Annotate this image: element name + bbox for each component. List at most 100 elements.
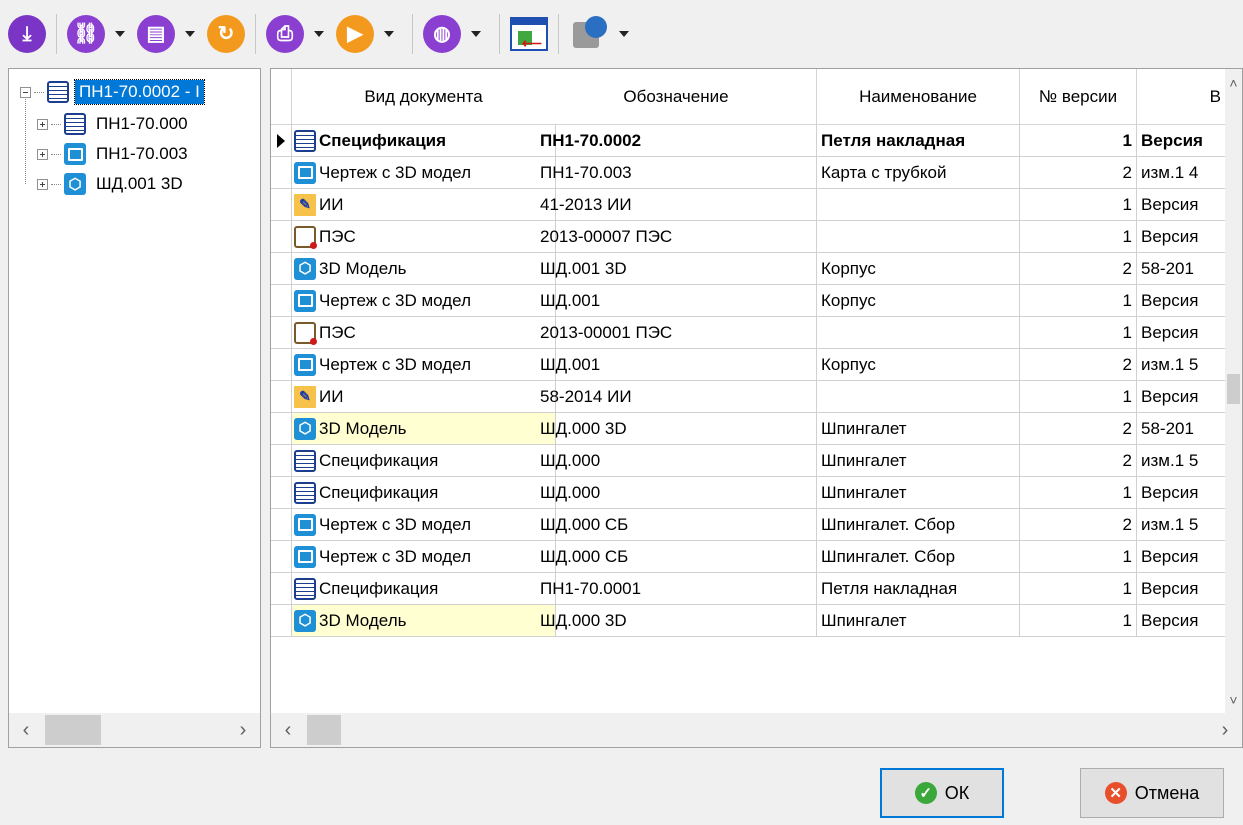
cell-name[interactable]: Корпус [817, 349, 1020, 381]
cell-type[interactable]: Чертеж с 3D модел [292, 349, 556, 381]
document-toolbar-button[interactable]: ▤ [135, 10, 205, 58]
row-indicator[interactable] [271, 445, 292, 477]
expand-icon[interactable] [37, 118, 48, 130]
cell-name[interactable]: Корпус [817, 285, 1020, 317]
row-indicator[interactable] [271, 189, 292, 221]
row-indicator[interactable] [271, 381, 292, 413]
row-indicator[interactable] [271, 221, 292, 253]
scroll-left-icon[interactable]: ‹ [271, 713, 305, 747]
tree-node-root[interactable]: ПН1-70.0002 - I [20, 77, 205, 107]
cell-type[interactable]: ⬡ 3D Модель [292, 605, 556, 637]
expand-icon[interactable] [37, 148, 48, 160]
import-toolbar-button[interactable]: ⟵ [508, 10, 550, 58]
cell-name[interactable] [817, 221, 1020, 253]
cancel-button[interactable]: ✕ Отмена [1080, 768, 1224, 818]
table-row[interactable]: ⬡ 3D Модель ШД.001 3D Корпус 2 58-201 [271, 253, 1226, 285]
cell-name[interactable]: Петля накладная [817, 573, 1020, 605]
cell-type[interactable]: Спецификация [292, 125, 556, 157]
tree-node-label[interactable]: ПН1-70.0002 - I [74, 79, 205, 105]
cell-designation[interactable]: ПН1-70.003 [536, 157, 817, 189]
current-row-indicator[interactable] [271, 125, 292, 157]
cell-designation[interactable]: 2013-00007 ПЭС [536, 221, 817, 253]
table-row[interactable]: ✎ ИИ 58-2014 ИИ 1 Версия [271, 381, 1226, 413]
cell-name[interactable] [817, 189, 1020, 221]
dropdown-arrow-icon[interactable] [185, 31, 195, 37]
scrollbar-thumb[interactable] [307, 715, 341, 745]
row-indicator[interactable] [271, 157, 292, 189]
cell-version[interactable]: 1 [1020, 221, 1137, 253]
collapse-icon[interactable] [20, 86, 31, 98]
table-row[interactable]: Спецификация ШД.000 Шпингалет 2 изм.1 5 [271, 445, 1226, 477]
cell-version[interactable]: 1 [1020, 317, 1137, 349]
table-row[interactable]: ПЭС 2013-00007 ПЭС 1 Версия [271, 221, 1226, 253]
cell-name[interactable]: Шпингалет. Сбор [817, 541, 1020, 573]
scrollbar-thumb[interactable] [45, 715, 101, 745]
cell-name[interactable]: Карта с трубкой [817, 157, 1020, 189]
table-row[interactable]: ⬡ 3D Модель ШД.000 3D Шпингалет 1 Версия [271, 605, 1226, 637]
cell-version[interactable]: 2 [1020, 349, 1137, 381]
globe-toolbar-button[interactable]: ◍ [421, 10, 491, 58]
cell-extra[interactable]: Версия [1137, 285, 1226, 317]
cell-type[interactable]: Спецификация [292, 477, 556, 509]
cell-designation[interactable]: ШД.000 3D [536, 413, 817, 445]
tree-node-label[interactable]: ПН1-70.003 [92, 142, 192, 166]
row-indicator[interactable] [271, 317, 292, 349]
tree-node-label[interactable]: ШД.001 3D [92, 172, 187, 196]
row-indicator[interactable] [271, 509, 292, 541]
cell-designation[interactable]: 58-2014 ИИ [536, 381, 817, 413]
cell-version[interactable]: 1 [1020, 541, 1137, 573]
cell-version[interactable]: 1 [1020, 477, 1137, 509]
cell-designation[interactable]: ШД.001 [536, 349, 817, 381]
cell-version[interactable]: 1 [1020, 125, 1137, 157]
download-toolbar-button[interactable]: ⤓ [6, 10, 48, 58]
cell-type[interactable]: Чертеж с 3D модел [292, 541, 556, 573]
cell-extra[interactable]: изм.1 5 [1137, 445, 1226, 477]
table-row[interactable]: Чертеж с 3D модел ШД.001 Корпус 1 Версия [271, 285, 1226, 317]
cell-version[interactable]: 1 [1020, 285, 1137, 317]
row-indicator[interactable] [271, 285, 292, 317]
scroll-up-icon[interactable]: ˄ [1225, 73, 1242, 93]
dropdown-arrow-icon[interactable] [471, 31, 481, 37]
cell-extra[interactable]: изм.1 5 [1137, 509, 1226, 541]
cell-name[interactable]: Шпингалет [817, 413, 1020, 445]
grid-vertical-scrollbar[interactable]: ˄ ˅ [1225, 69, 1242, 714]
cell-version[interactable]: 2 [1020, 509, 1137, 541]
tree-node[interactable]: ПН1-70.000 [37, 109, 192, 139]
table-row[interactable]: ✎ ИИ 41-2013 ИИ 1 Версия [271, 189, 1226, 221]
cell-version[interactable]: 1 [1020, 381, 1137, 413]
dropdown-arrow-icon[interactable] [619, 31, 629, 37]
expand-icon[interactable] [37, 178, 48, 190]
cell-extra[interactable]: 58-201 [1137, 253, 1226, 285]
cell-type[interactable]: ⬡ 3D Модель [292, 413, 556, 445]
cell-designation[interactable]: ШД.000 [536, 445, 817, 477]
cell-extra[interactable]: 58-201 [1137, 413, 1226, 445]
cell-name[interactable]: Шпингалет [817, 477, 1020, 509]
tree-node[interactable]: ПН1-70.003 [37, 139, 192, 169]
cell-type[interactable]: Спецификация [292, 573, 556, 605]
row-indicator[interactable] [271, 605, 292, 637]
cell-extra[interactable]: изм.1 4 [1137, 157, 1226, 189]
cell-name[interactable] [817, 317, 1020, 349]
scroll-left-icon[interactable]: ‹ [9, 713, 43, 747]
cell-name[interactable]: Петля накладная [817, 125, 1020, 157]
cell-version[interactable]: 1 [1020, 605, 1137, 637]
scroll-right-icon[interactable]: › [226, 713, 260, 747]
row-indicator[interactable] [271, 477, 292, 509]
table-row[interactable]: Чертеж с 3D модел ШД.000 СБ Шпингалет. Сбо… [271, 541, 1226, 573]
print-toolbar-button[interactable]: ⎙ [264, 10, 334, 58]
column-header[interactable]: Наименование [817, 69, 1020, 125]
cell-designation[interactable]: ПН1-70.0002 [536, 125, 817, 157]
column-header[interactable]: В [1137, 69, 1226, 125]
export-toolbar-button[interactable] [567, 10, 639, 58]
column-header[interactable]: Обозначение [536, 69, 817, 125]
cell-designation[interactable]: ШД.000 СБ [536, 509, 817, 541]
grid-horizontal-scrollbar[interactable]: ‹ › [271, 713, 1242, 747]
cell-designation[interactable]: 41-2013 ИИ [536, 189, 817, 221]
table-row[interactable]: Спецификация ШД.000 Шпингалет 1 Версия [271, 477, 1226, 509]
cell-designation[interactable]: 2013-00001 ПЭС [536, 317, 817, 349]
cell-type[interactable]: ✎ ИИ [292, 381, 556, 413]
column-header[interactable]: № версии [1020, 69, 1137, 125]
cell-type[interactable]: Чертеж с 3D модел [292, 285, 556, 317]
table-row[interactable]: Чертеж с 3D модел ШД.000 СБ Шпингалет. Сбо… [271, 509, 1226, 541]
dropdown-arrow-icon[interactable] [384, 31, 394, 37]
